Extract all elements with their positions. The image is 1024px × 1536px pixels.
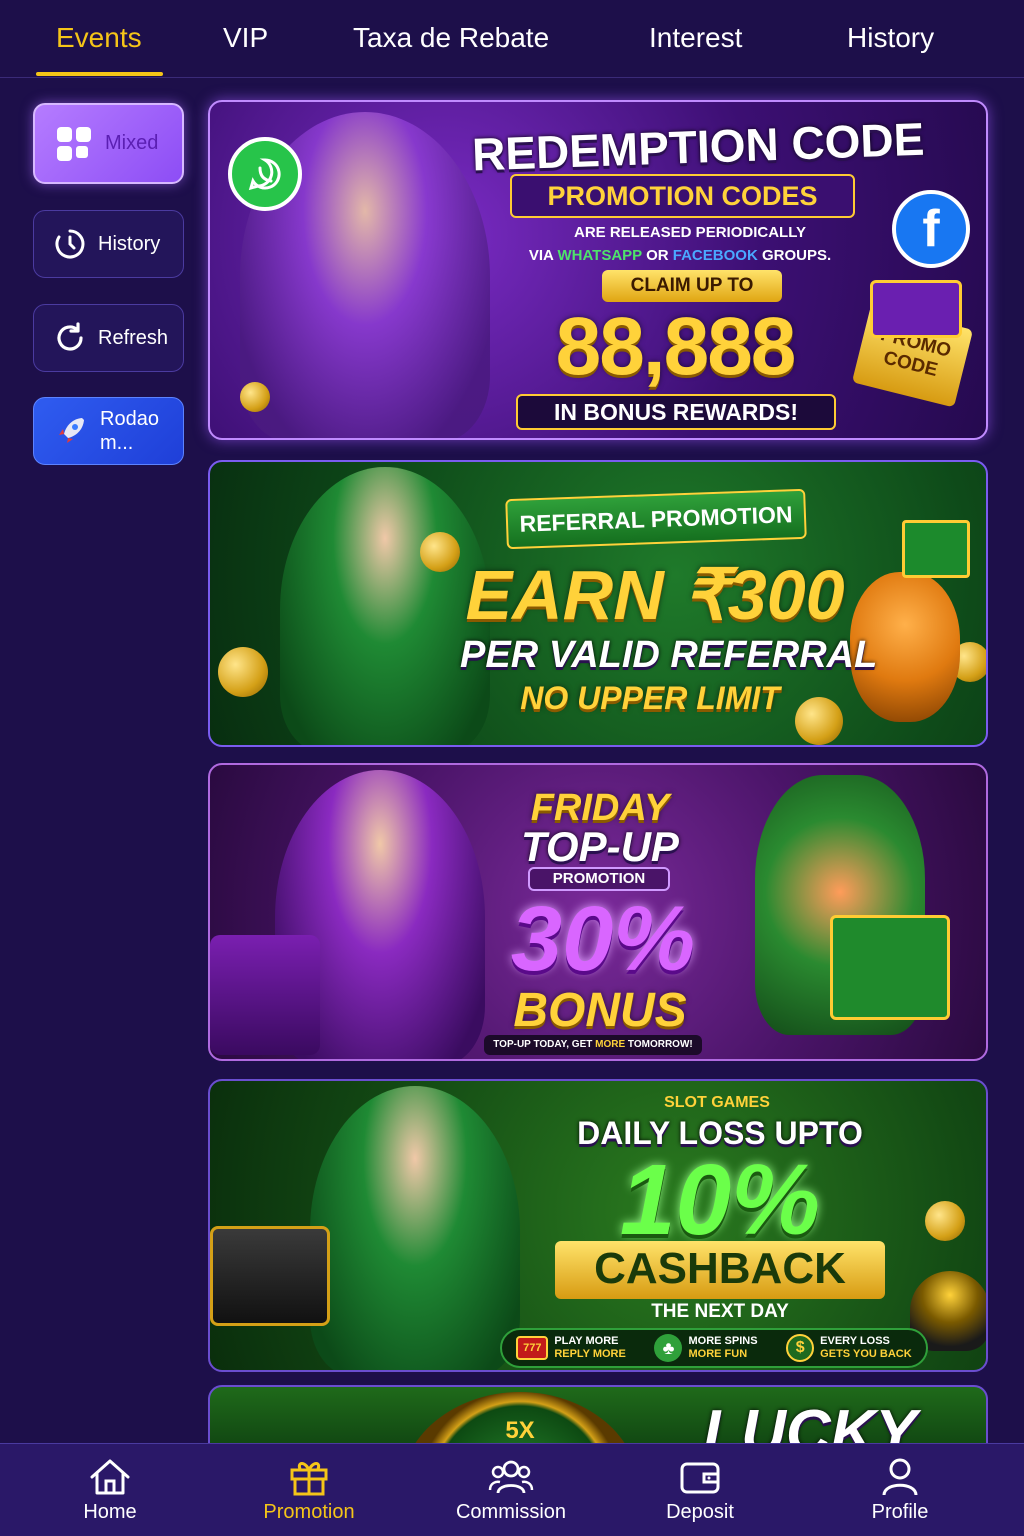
nav-deposit[interactable]: Deposit [600, 1444, 800, 1536]
banner-subtitle: PROMOTION CODES [510, 174, 855, 218]
feature-line2: REPLY MORE [554, 1348, 626, 1360]
coin-image [925, 1201, 965, 1241]
slot-777-icon: 777 [516, 1336, 549, 1360]
feature-item: 777 PLAY MORE REPLY MORE [516, 1335, 626, 1361]
whatsapp-icon [228, 137, 302, 211]
gift-box-image [870, 280, 962, 338]
clock-icon [55, 229, 85, 259]
referral-headline: EARN ₹300 [465, 556, 845, 634]
sidebar-item-refresh[interactable]: Refresh [33, 304, 184, 372]
sidebar-item-history[interactable]: History [33, 210, 184, 278]
gift-box-image [902, 520, 970, 578]
coin-image [240, 382, 270, 412]
banner-redemption-code[interactable]: f REDEMPTION CODE PROMOTION CODES ARE RE… [208, 100, 988, 440]
promo-model-image [280, 467, 490, 745]
tab-taxa-de-rebate[interactable]: Taxa de Rebate [353, 22, 549, 54]
feature-line1: EVERY LOSS [820, 1335, 890, 1347]
feature-item: $ EVERY LOSS GETS YOU BACK [786, 1334, 912, 1362]
tab-interest[interactable]: Interest [649, 22, 742, 54]
dollar-coin-icon: $ [786, 1334, 815, 1362]
banner-title: REDEMPTION CODE [471, 112, 926, 181]
coin-image [420, 532, 460, 572]
sidebar-item-label: Refresh [98, 326, 169, 349]
sidebar-item-label: Mixed [105, 132, 159, 154]
nav-label: Promotion [263, 1501, 355, 1523]
nav-label: Commission [455, 1501, 567, 1523]
referral-ribbon: REFERRAL PROMOTION [505, 488, 807, 550]
coin-image [795, 697, 843, 745]
cashback-label: CASHBACK [555, 1241, 885, 1299]
friday-percent: 30% [510, 888, 696, 990]
friday-footer: TOP-UP TODAY, GET MORE TOMORROW! [484, 1035, 702, 1055]
banner-text-line1: ARE RELEASED PERIODICALLY [574, 224, 806, 241]
cashback-tag: SLOT GAMES [664, 1094, 770, 1111]
tab-vip[interactable]: VIP [223, 22, 268, 54]
refresh-icon [57, 322, 83, 351]
sidebar-item-label: History [98, 232, 161, 255]
claim-label: CLAIM UP TO [602, 270, 782, 302]
users-icon [488, 1460, 534, 1494]
bonus-amount: 88,888 [555, 301, 797, 392]
nav-label: Profile [871, 1501, 929, 1523]
banner-friday-topup[interactable]: FRIDAY TOP-UP PROMOTION 30% BONUS TOP-UP… [208, 763, 988, 1061]
feature-line1: PLAY MORE [554, 1335, 619, 1347]
bottom-nav-bar: Home Promotion Commission Deposit Profil… [0, 1443, 1024, 1536]
grid-icon [57, 126, 91, 161]
bonus-rewards-label: IN BONUS REWARDS! [516, 394, 836, 430]
rocket-icon [58, 418, 84, 444]
nav-commission[interactable]: Commission [411, 1444, 611, 1536]
sidebar-item-rodao[interactable]: Rodao m... [33, 397, 184, 465]
feature-item: ♣ MORE SPINS MORE FUN [654, 1334, 758, 1362]
feature-line2: GETS YOU BACK [820, 1348, 912, 1360]
coin-image [218, 647, 268, 697]
tab-events[interactable]: Events [56, 22, 142, 54]
gift-icon [290, 1462, 328, 1496]
cashback-features: 777 PLAY MORE REPLY MORE ♣ MORE SPINS MO… [500, 1328, 928, 1368]
nav-profile[interactable]: Profile [800, 1444, 1000, 1536]
top-tab-bar: Events VIP Taxa de Rebate Interest Histo… [0, 0, 1024, 78]
nav-label: Home [83, 1501, 137, 1523]
referral-line2: NO UPPER LIMIT [520, 680, 780, 716]
banner-referral-promotion[interactable]: REFERRAL PROMOTION EARN ₹300 PER VALID R… [208, 460, 988, 747]
slot-reels-image [210, 1226, 330, 1326]
facebook-icon: f [892, 190, 970, 268]
user-icon [882, 1458, 918, 1496]
nav-promotion[interactable]: Promotion [209, 1444, 409, 1536]
sidebar-item-label-cont: m... [100, 432, 134, 454]
sidebar-item-mixed[interactable]: Mixed [33, 103, 184, 184]
nav-label: Deposit [666, 1501, 734, 1523]
gift-box-image [830, 915, 950, 1020]
cashback-next-day: THE NEXT DAY [651, 1301, 789, 1322]
friday-line2: TOP-UP [521, 823, 679, 870]
sidebar-item-label: Rodao [100, 408, 159, 430]
promo-model-image [310, 1086, 520, 1370]
feature-line2: MORE FUN [688, 1348, 748, 1360]
lucky-multiplier: 5X [505, 1417, 535, 1444]
slot-machine-image [210, 935, 320, 1055]
tab-history[interactable]: History [847, 22, 934, 54]
feature-line1: MORE SPINS [688, 1335, 758, 1347]
nav-home[interactable]: Home [10, 1444, 210, 1536]
home-icon [90, 1459, 130, 1495]
active-tab-indicator [36, 72, 163, 76]
wallet-icon [680, 1462, 720, 1494]
referral-line1: PER VALID REFERRAL [460, 634, 878, 676]
banner-daily-cashback[interactable]: SLOT GAMES DAILY LOSS UPTO 10% CASHBACK … [208, 1079, 988, 1372]
friday-bonus: BONUS [513, 984, 687, 1037]
banner-text-line2: VIA WHATSAPP OR FACEBOOK GROUPS. [528, 247, 832, 264]
clover-icon: ♣ [654, 1334, 683, 1362]
